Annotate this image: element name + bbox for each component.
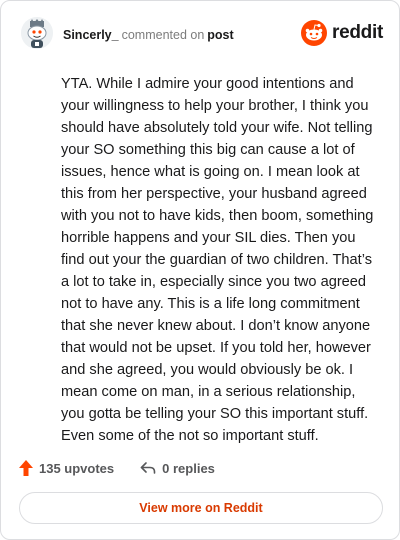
upvote-count: 135 upvotes [39, 460, 115, 476]
reply-count: 0 replies [162, 460, 215, 476]
comment-byline: Sincerly_ commented on post [63, 27, 234, 43]
comment-body: YTA. While I admire your good intentions… [61, 76, 374, 444]
action-text: commented on [121, 28, 205, 42]
upvote-button[interactable]: 135 upvotes [19, 460, 114, 476]
upvote-arrow-icon [19, 460, 33, 476]
comment-header: Sincerly_ commented on post reddit [21, 17, 383, 53]
post-link[interactable]: post [207, 28, 233, 42]
reply-button[interactable]: 0 replies [140, 461, 215, 476]
view-more-button[interactable]: View more on Reddit [19, 492, 383, 524]
reddit-logo-icon [301, 20, 328, 46]
user-avatar[interactable] [21, 17, 53, 49]
username-link[interactable]: Sincerly_ [63, 28, 119, 42]
reply-arrow-icon [140, 462, 156, 474]
reddit-comment-embed: Sincerly_ commented on post reddit YTA. Wh… [0, 0, 400, 540]
logo-wordmark: reddit [332, 22, 383, 43]
comment-actions: 135 upvotes 0 replies [19, 457, 215, 479]
snoo-avatar-icon [21, 17, 53, 49]
reddit-logo[interactable]: reddit [301, 19, 383, 47]
